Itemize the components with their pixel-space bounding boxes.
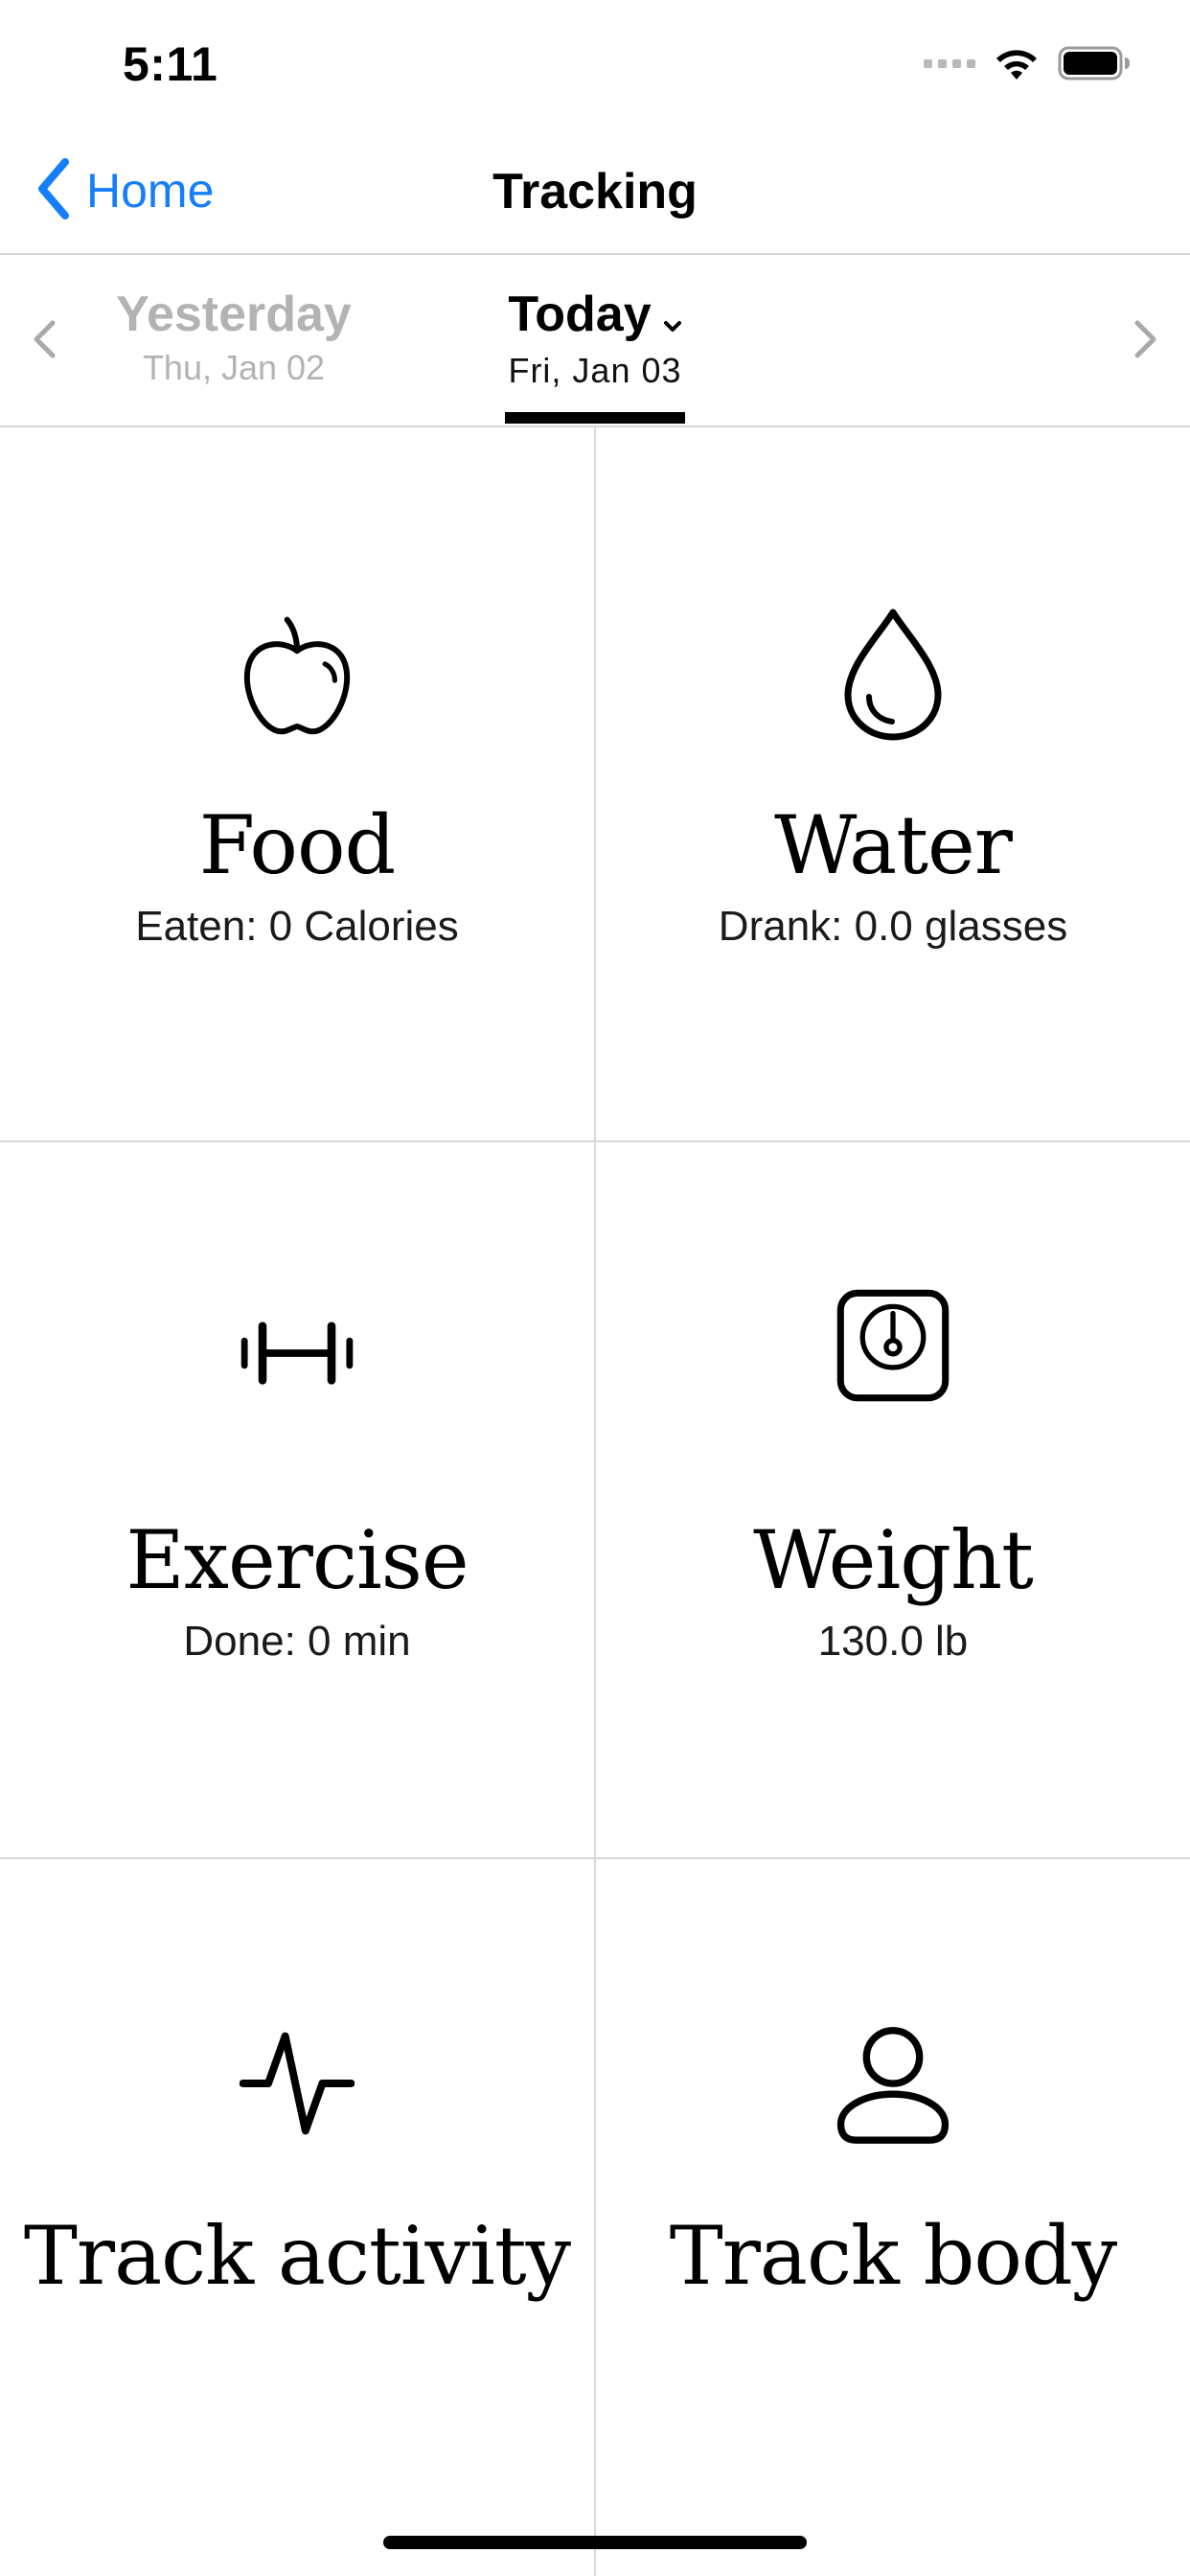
apple-icon: [240, 608, 355, 742]
cellular-signal-icon: [924, 58, 975, 68]
water-drop-icon: [835, 608, 950, 742]
date-tab-label: Yesterday: [116, 287, 352, 342]
date-selector: Yesterday Thu, Jan 02 Today Fri, Jan 03: [0, 255, 1190, 427]
page-title: Tracking: [492, 164, 698, 219]
battery-icon: [1058, 46, 1131, 80]
date-tab-date: Thu, Jan 02: [142, 348, 326, 387]
status-bar: 5:11: [0, 0, 1190, 126]
tile-title: Weight: [753, 1513, 1034, 1607]
date-tab-yesterday[interactable]: Yesterday Thu, Jan 02: [92, 286, 376, 389]
home-indicator[interactable]: [383, 2536, 807, 2549]
tile-subtitle: 130.0 lb: [817, 1618, 969, 1665]
track-activity-tile[interactable]: Track activity: [0, 1859, 594, 2574]
status-time: 5:11: [123, 37, 218, 91]
weight-tile[interactable]: Weight 130.0 lb: [596, 1142, 1190, 1857]
tile-subtitle: Done: 0 min: [183, 1618, 411, 1665]
water-tile[interactable]: Water Drank: 0.0 glasses: [596, 427, 1190, 1142]
food-tile[interactable]: Food Eaten: 0 Calories: [0, 427, 594, 1142]
date-tab-today[interactable]: Today Fri, Jan 03: [489, 286, 701, 392]
scale-icon: [835, 1278, 950, 1413]
chevron-down-icon: [663, 288, 682, 346]
tile-subtitle: Eaten: 0 Calories: [135, 903, 459, 950]
chevron-left-icon: [32, 319, 57, 364]
tile-title: Food: [198, 798, 397, 892]
next-day-button[interactable]: [1117, 312, 1175, 370]
selected-date-indicator: [505, 412, 685, 424]
tile-title: Exercise: [126, 1513, 469, 1607]
status-icons: [924, 42, 1131, 84]
wifi-icon: [993, 45, 1041, 81]
date-tab-label: Today: [508, 287, 652, 342]
person-icon: [835, 2018, 950, 2152]
date-tab-date: Fri, Jan 03: [508, 351, 682, 391]
tile-title: Track body: [669, 2209, 1117, 2303]
dumbbell-icon: [240, 1286, 355, 1420]
tracking-grid: Food Eaten: 0 Calories Water Drank: 0.0 …: [0, 427, 1190, 2576]
tile-title: Water: [774, 798, 1013, 892]
track-body-tile[interactable]: Track body: [596, 1859, 1190, 2574]
pulse-icon: [240, 2016, 355, 2150]
exercise-tile[interactable]: Exercise Done: 0 min: [0, 1142, 594, 1857]
chevron-right-icon: [1133, 319, 1158, 364]
tile-title: Track activity: [23, 2209, 571, 2303]
navigation-bar: Home Tracking: [0, 126, 1190, 255]
tile-subtitle: Drank: 0.0 glasses: [718, 903, 1068, 950]
previous-day-button[interactable]: [15, 312, 73, 370]
